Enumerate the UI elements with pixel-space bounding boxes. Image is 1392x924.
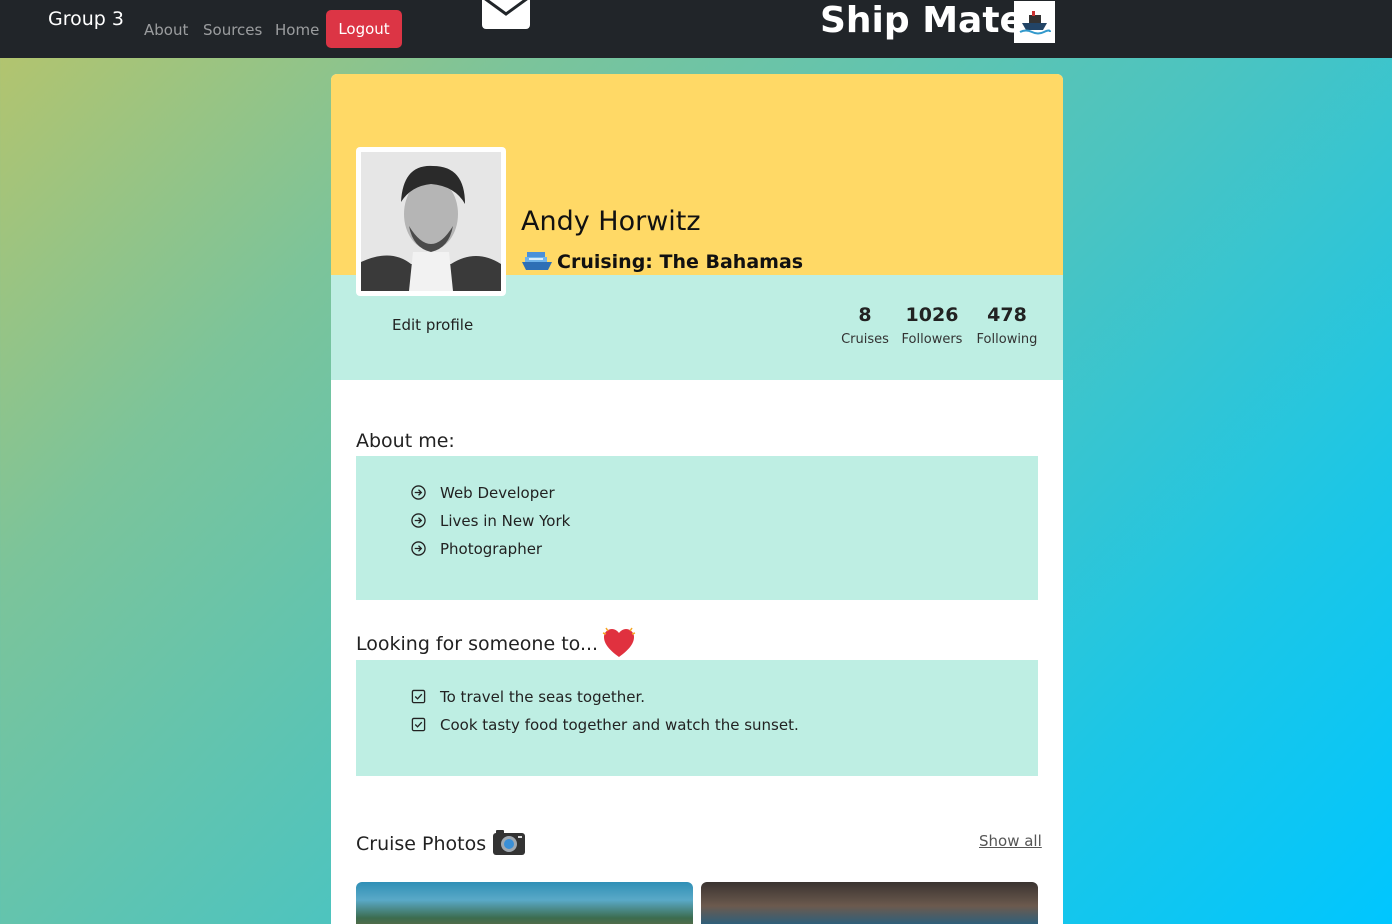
photos-heading-label: Cruise Photos (356, 833, 487, 855)
avatar (356, 147, 506, 296)
arrow-right-circle-icon (411, 513, 426, 528)
nav-link-about[interactable]: About (144, 21, 188, 39)
stat-label: Following (976, 332, 1038, 347)
list-item: Lives in New York (411, 512, 570, 530)
stat-value: 1026 (905, 304, 959, 326)
cruising-label: Cruising: The Bahamas (557, 251, 804, 273)
cruise-photo[interactable] (701, 882, 1038, 924)
looking-heading: Looking for someone to... (356, 626, 636, 660)
checkbox-checked-icon (411, 717, 426, 732)
about-heading: About me: (356, 430, 455, 452)
checkbox-checked-icon (411, 689, 426, 704)
looking-heading-label: Looking for someone to... (356, 633, 599, 655)
stat-value: 8 (858, 304, 872, 326)
app-title: Ship Mate (820, 0, 1024, 41)
stat-cruises: 8 Cruises (841, 304, 889, 347)
nav-link-home[interactable]: Home (275, 21, 319, 39)
edit-profile-button[interactable]: Edit profile (392, 316, 473, 334)
about-item-label: Lives in New York (440, 512, 571, 530)
arrow-right-circle-icon (411, 541, 426, 556)
list-item: Web Developer (411, 484, 555, 502)
list-item: Cook tasty food together and watch the s… (411, 716, 799, 734)
cruising-status: Cruising: The Bahamas (521, 250, 803, 273)
navbar: Group 3 About Sources Home Logout Ship M… (0, 0, 1392, 58)
heart-icon (602, 627, 636, 657)
profile-card: Andy Horwitz Cruising: The Bahamas Edit … (331, 74, 1063, 924)
stat-followers: 1026 Followers (901, 304, 963, 347)
stat-following: 478 Following (976, 304, 1038, 347)
about-item-label: Photographer (440, 540, 543, 558)
avatar-photo (361, 152, 501, 291)
arrow-right-circle-icon (411, 485, 426, 500)
about-box: Web Developer Lives in New York Photogra… (356, 456, 1038, 600)
show-all-link[interactable]: Show all (979, 832, 1042, 850)
stat-value: 478 (987, 304, 1027, 326)
about-item-label: Web Developer (440, 484, 555, 502)
looking-item-label: To travel the seas together. (440, 688, 646, 706)
mail-icon[interactable] (481, 0, 531, 30)
looking-item-label: Cook tasty food together and watch the s… (440, 716, 799, 734)
ship-logo-icon (1014, 1, 1055, 43)
profile-name: Andy Horwitz (521, 206, 701, 237)
camera-icon (493, 830, 526, 855)
cruise-photo[interactable] (356, 882, 693, 924)
nav-link-sources[interactable]: Sources (203, 21, 262, 39)
list-item: Photographer (411, 540, 542, 558)
stat-label: Followers (901, 332, 963, 347)
list-item: To travel the seas together. (411, 688, 645, 706)
stat-label: Cruises (841, 332, 889, 347)
logout-button[interactable]: Logout (326, 10, 402, 48)
ship-icon (522, 252, 552, 270)
looking-box: To travel the seas together. Cook tasty … (356, 660, 1038, 776)
photos-heading: Cruise Photos (356, 828, 526, 856)
brand[interactable]: Group 3 (48, 8, 124, 30)
